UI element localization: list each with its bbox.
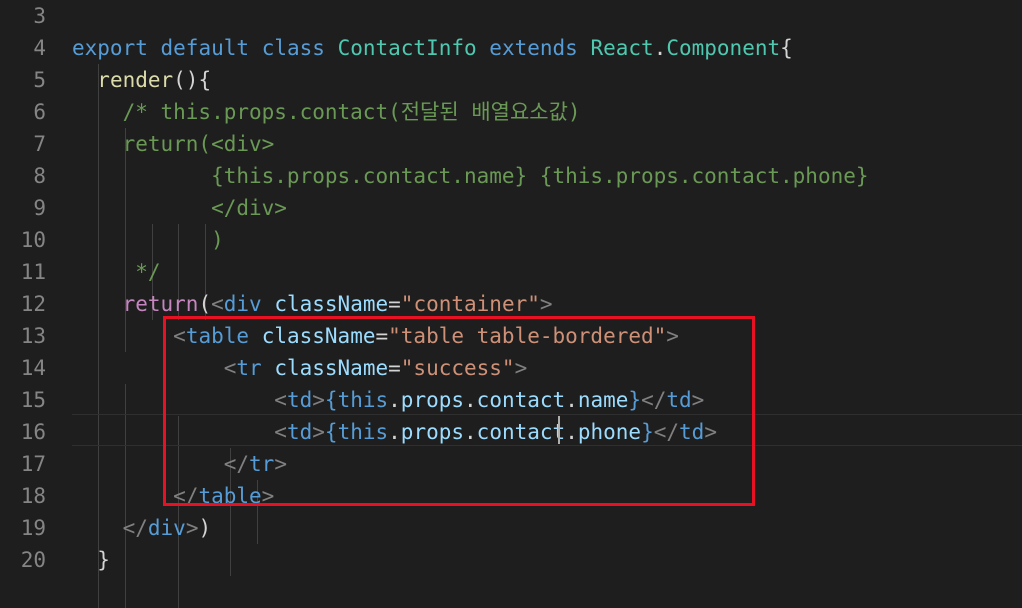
code-token: ) — [211, 228, 224, 252]
line-number: 9 — [33, 196, 46, 220]
line-number: 17 — [20, 452, 46, 476]
code-token: export — [72, 36, 148, 60]
code-token: extends — [489, 36, 578, 60]
code-token: { — [780, 36, 793, 60]
line-number: 13 — [20, 324, 46, 348]
code-token: </div> — [211, 196, 287, 220]
line-number: 14 — [20, 356, 46, 380]
code-token: className — [274, 292, 389, 316]
code-text: } — [72, 544, 110, 576]
code-text: return(<div> — [72, 128, 275, 160]
code-line[interactable]: 8 {this.props.contact.name} {this.props.… — [0, 160, 1022, 192]
line-number: 10 — [20, 228, 46, 252]
line-number: 6 — [33, 100, 46, 124]
code-token: div — [223, 292, 262, 316]
code-line[interactable]: 7 return(<div> — [0, 128, 1022, 160]
line-number: 12 — [20, 292, 46, 316]
line-number: 8 — [33, 164, 46, 188]
line-number: 18 — [20, 484, 46, 508]
code-token: /* this.props.contact(전달된 배열요소값) — [122, 100, 581, 124]
code-token: React — [590, 36, 654, 60]
code-text: </div> — [72, 192, 287, 224]
code-token: */ — [135, 260, 161, 284]
code-token: {this.props.contact.name} {this.props.co… — [211, 164, 869, 188]
code-token: default — [160, 36, 250, 60]
code-text: /* this.props.contact(전달된 배열요소값) — [72, 96, 581, 128]
code-token: ) — [198, 516, 212, 540]
code-line[interactable]: 20 } — [0, 544, 1022, 576]
code-token: > — [539, 292, 553, 316]
line-number: 16 — [20, 420, 46, 444]
line-number: 5 — [33, 68, 46, 92]
line-number: 19 — [20, 516, 46, 540]
code-token: </ — [122, 516, 148, 540]
code-token: = — [388, 292, 401, 316]
code-token: render — [97, 68, 174, 92]
code-line[interactable]: 10 ) — [0, 224, 1022, 256]
code-text: {this.props.contact.name} {this.props.co… — [72, 160, 869, 192]
code-token: ( — [198, 292, 212, 316]
line-number: 7 — [33, 132, 46, 156]
code-text: render(){ — [72, 64, 211, 96]
code-token: } — [97, 548, 110, 572]
line-number: 3 — [33, 4, 46, 28]
code-token: div — [147, 516, 186, 540]
code-line[interactable]: 4 export default class ContactInfo extend… — [0, 32, 1022, 64]
code-line[interactable]: 6 /* this.props.contact(전달된 배열요소값) — [0, 96, 1022, 128]
code-text: */ — [72, 256, 161, 288]
code-token: "container" — [400, 292, 540, 316]
code-line[interactable]: 19 </div>) — [0, 512, 1022, 544]
line-number: 20 — [20, 548, 46, 572]
code-token: return — [122, 292, 199, 316]
line-number: 11 — [20, 260, 46, 284]
code-editor[interactable]: 3 4 export default class ContactInfo exten… — [0, 0, 1022, 608]
code-token: > — [185, 516, 199, 540]
code-line[interactable]: 5 render(){ — [0, 64, 1022, 96]
code-text: ) — [72, 224, 224, 256]
code-token: return(<div> — [122, 132, 275, 156]
code-line[interactable]: 9 </div> — [0, 192, 1022, 224]
code-token: ContactInfo — [337, 36, 477, 60]
code-line[interactable]: 3 — [0, 0, 1022, 32]
line-number: 15 — [20, 388, 46, 412]
code-text: </div>) — [72, 512, 212, 544]
code-token: < — [211, 292, 224, 316]
code-token: Component — [666, 36, 781, 60]
code-line[interactable]: 11 */ — [0, 256, 1022, 288]
code-token: (){ — [173, 68, 212, 92]
line-number: 4 — [33, 36, 46, 60]
code-token: class — [261, 36, 325, 60]
red-highlight-box — [163, 316, 755, 506]
code-text: export default class ContactInfo extends… — [72, 32, 793, 64]
code-token: . — [653, 36, 667, 60]
